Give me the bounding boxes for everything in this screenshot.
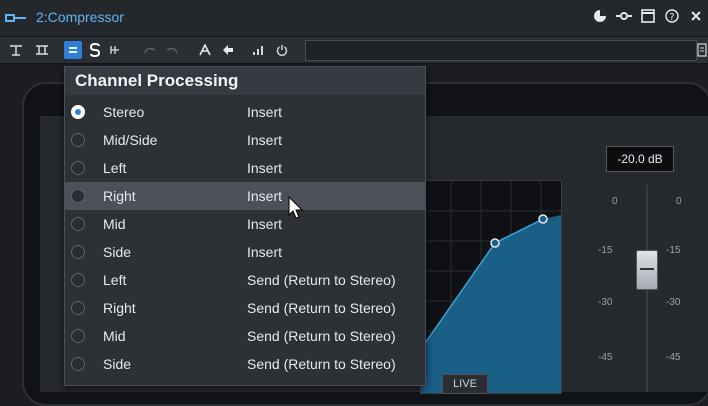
gain-readout: -20.0 dB [606, 146, 674, 172]
sidechain-icon[interactable] [88, 42, 102, 58]
preset-field[interactable] [305, 40, 697, 61]
menu-item-label: Mid [103, 216, 126, 232]
radio-icon [71, 329, 85, 343]
menu-item-mid-insert[interactable]: Mid Insert [65, 210, 425, 238]
redo-icon[interactable] [164, 42, 180, 58]
scale-left-30: -30 [598, 297, 613, 308]
transfer-curve-graph[interactable] [420, 180, 562, 394]
mute-icon[interactable] [34, 42, 50, 58]
menu-item-label: Right [103, 300, 136, 316]
menu-item-label: Side [103, 356, 132, 372]
menu-item-midside-insert[interactable]: Mid/Side Insert [65, 126, 425, 154]
maximize-icon[interactable] [640, 8, 656, 24]
menu-item-right-send[interactable]: Right Send (Return to Stereo) [65, 294, 425, 322]
menu-item-mode: Insert [247, 188, 283, 204]
menu-item-label: Left [103, 160, 127, 176]
window-controls: ? [592, 8, 704, 24]
scale-left-15: -15 [598, 245, 613, 256]
preset-menu-icon[interactable] [696, 42, 708, 58]
menu-item-left-send[interactable]: Left Send (Return to Stereo) [65, 266, 425, 294]
radio-icon [71, 189, 85, 203]
menu-item-stereo-insert[interactable]: Stereo Insert [65, 98, 425, 126]
svg-text:?: ? [669, 12, 674, 23]
power-icon[interactable] [274, 42, 290, 58]
channel-processing-button[interactable] [64, 41, 82, 59]
pie-icon[interactable] [592, 8, 608, 24]
menu-item-left-insert[interactable]: Left Insert [65, 154, 425, 182]
radio-icon [71, 217, 85, 231]
gain-fader-knob[interactable] [636, 250, 658, 290]
curve-end-point [538, 214, 548, 224]
menu-item-mode: Insert [247, 160, 283, 176]
radio-icon [71, 245, 85, 259]
menu-item-label: Mid/Side [103, 132, 158, 148]
curve-knee-point [490, 238, 500, 248]
help-icon[interactable]: ? [664, 8, 680, 24]
menu-item-mode: Send (Return to Stereo) [247, 272, 396, 288]
menu-item-mode: Send (Return to Stereo) [247, 300, 396, 316]
scale-left-45: -45 [598, 352, 613, 363]
menu-item-mode: Insert [247, 132, 283, 148]
radio-icon [71, 301, 85, 315]
close-icon[interactable] [688, 8, 704, 24]
radio-icon [71, 357, 85, 371]
menu-item-label: Left [103, 272, 127, 288]
link-icon[interactable] [616, 8, 632, 24]
radio-icon [71, 273, 85, 287]
mouse-cursor-icon [288, 195, 306, 220]
scale-right-15: -15 [666, 245, 681, 256]
menu-item-side-send[interactable]: Side Send (Return to Stereo) [65, 350, 425, 378]
plugin-connector-icon [4, 10, 28, 26]
undo-icon[interactable] [142, 42, 158, 58]
menu-item-label: Mid [103, 328, 126, 344]
menu-item-right-insert[interactable]: Right Insert [65, 182, 425, 210]
radio-selected-icon [71, 105, 85, 119]
live-button[interactable]: LIVE [442, 374, 488, 394]
menu-item-mode: Send (Return to Stereo) [247, 328, 396, 344]
menu-item-label: Right [103, 188, 136, 204]
automation-icon[interactable] [197, 42, 213, 58]
menu-item-label: Side [103, 244, 132, 260]
menu-item-side-insert[interactable]: Side Insert [65, 238, 425, 266]
menu-header: Channel Processing [65, 67, 425, 95]
arrow-left-icon[interactable] [220, 42, 236, 58]
menu-item-mode: Insert [247, 244, 283, 260]
radio-icon [71, 133, 85, 147]
menu-item-mid-send[interactable]: Mid Send (Return to Stereo) [65, 322, 425, 350]
bypass-icon[interactable] [8, 42, 24, 58]
menu-item-mode: Send (Return to Stereo) [247, 356, 396, 372]
menu-item-label: Stereo [103, 104, 145, 120]
scale-left-0: 0 [612, 196, 618, 207]
window-titlebar: 2:Compressor ? [0, 0, 708, 37]
meter-icon[interactable] [250, 42, 266, 58]
plugin-toolbar [0, 37, 708, 64]
scale-right-30: -30 [666, 297, 681, 308]
menu-item-mode: Insert [247, 216, 283, 232]
routing-icon[interactable] [108, 42, 122, 58]
channel-processing-menu: Channel Processing Stereo Insert Mid/Sid… [64, 66, 426, 386]
radio-icon [71, 161, 85, 175]
scale-right-0: 0 [676, 196, 682, 207]
window-title: 2:Compressor [36, 9, 124, 25]
scale-right-45: -45 [666, 352, 681, 363]
menu-item-mode: Insert [247, 104, 283, 120]
